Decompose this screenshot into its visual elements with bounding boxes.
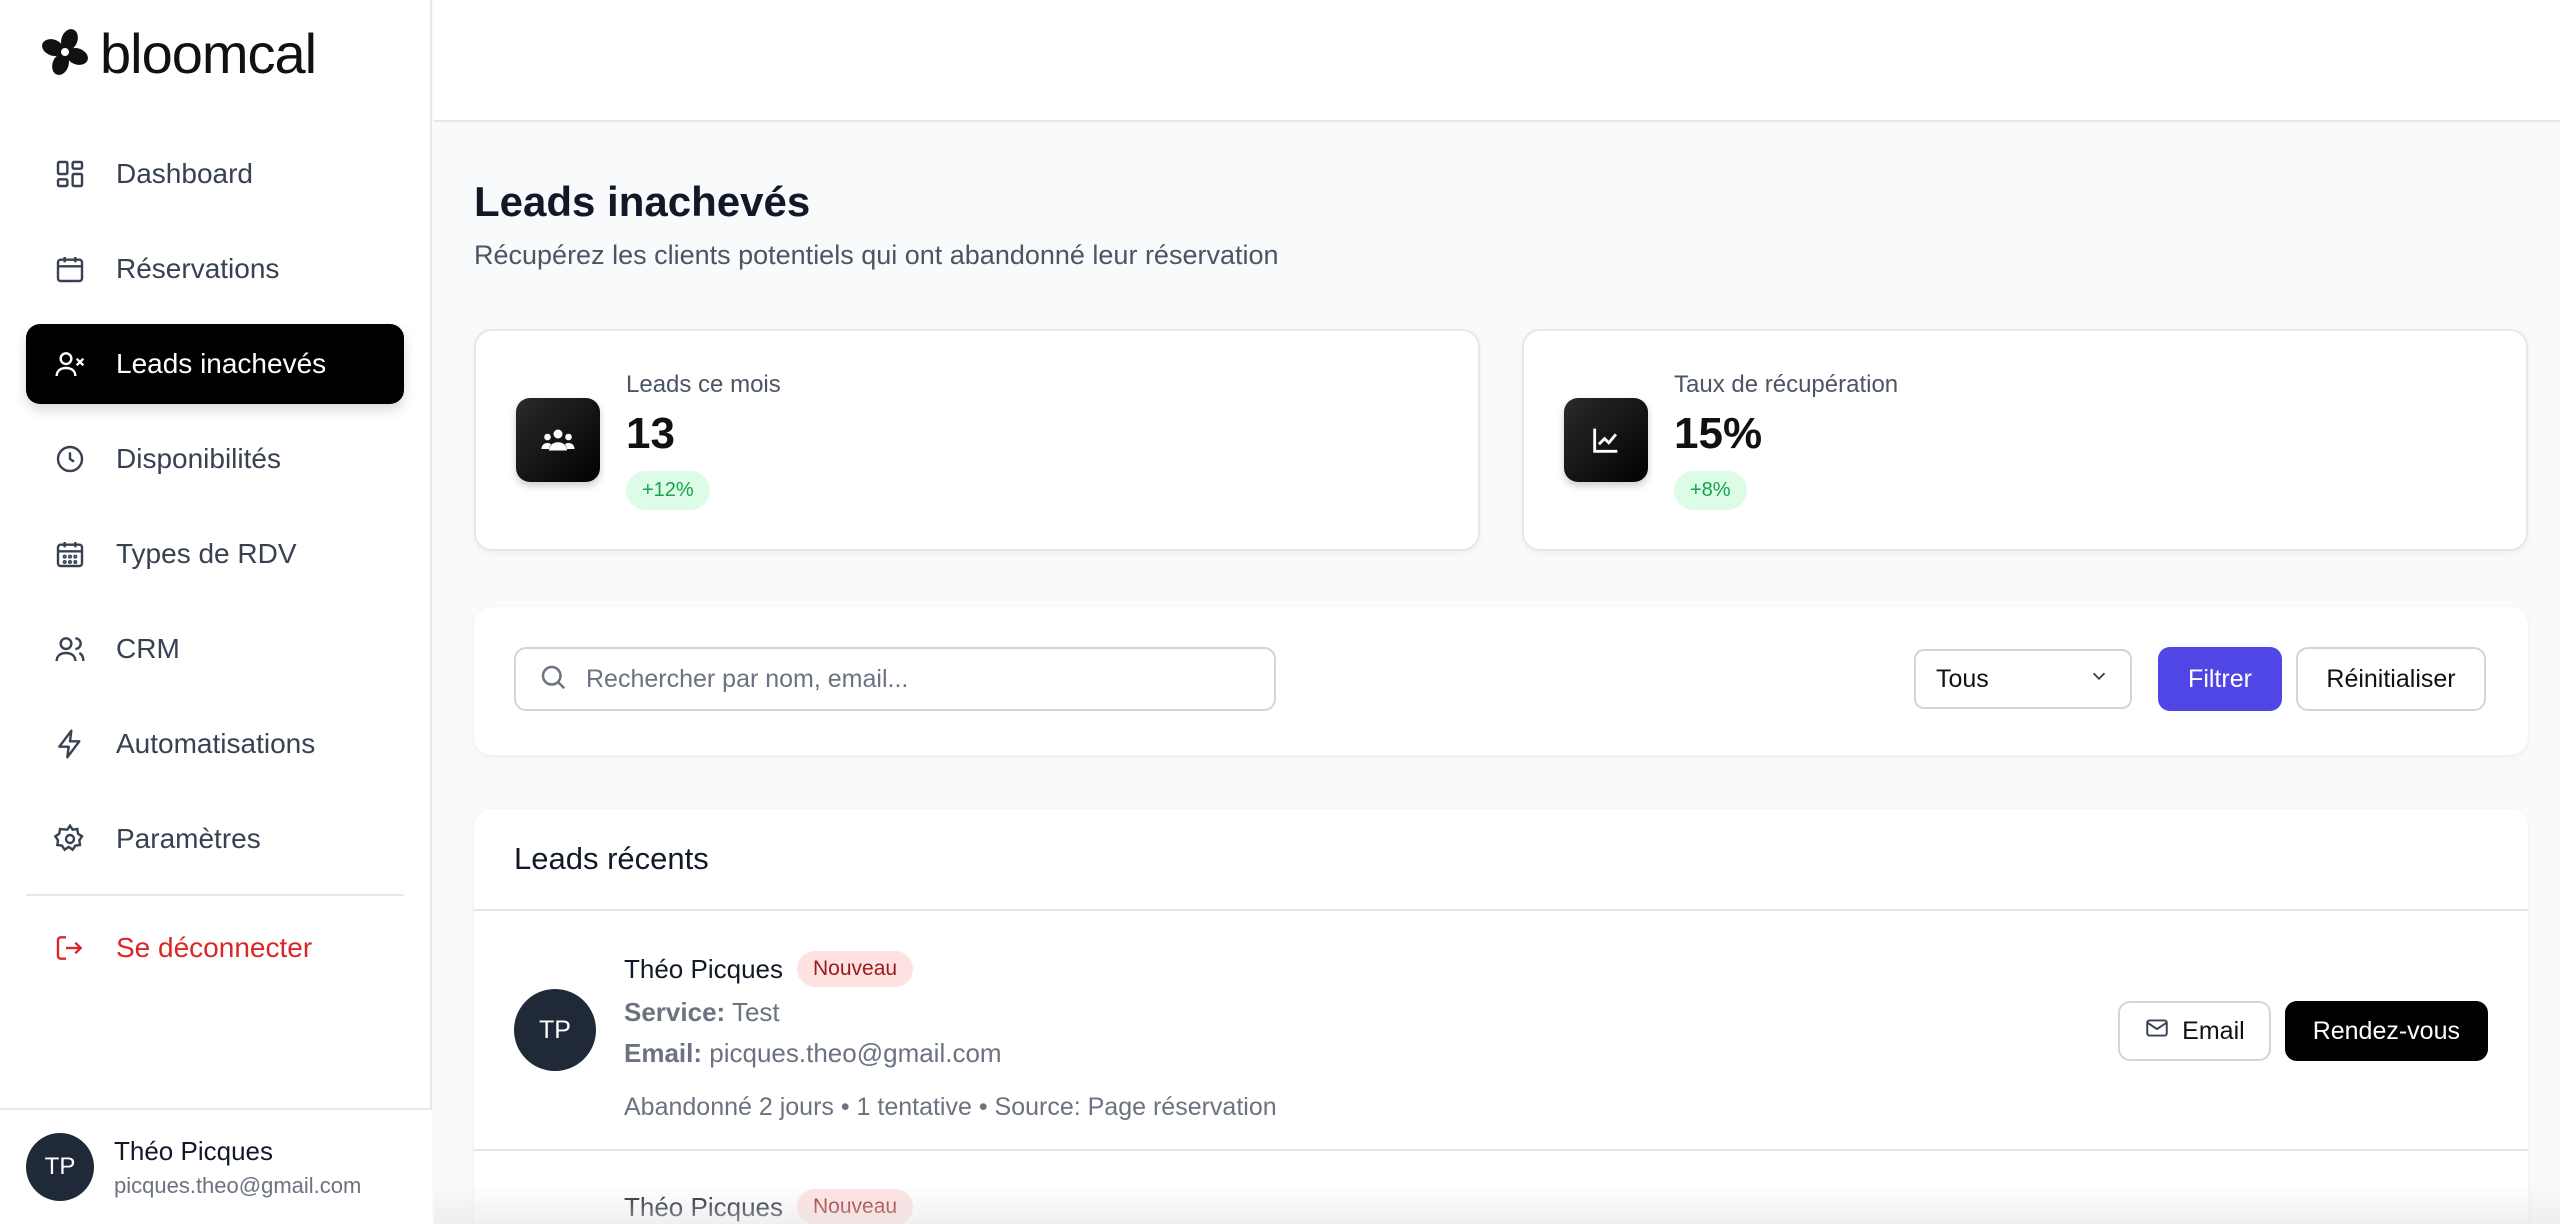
user-email: picques.theo@gmail.com bbox=[114, 1172, 362, 1198]
email-label: Email: bbox=[624, 1038, 703, 1068]
service-label: Service: bbox=[624, 997, 726, 1027]
rendezvous-button[interactable]: Rendez-vous bbox=[2284, 1001, 2488, 1061]
lead-info: Théo Picques Nouveau bbox=[624, 1189, 914, 1224]
user-info: Théo Picques picques.theo@gmail.com bbox=[114, 1136, 361, 1199]
stat-label: Taux de récupération bbox=[1674, 370, 1899, 398]
sidebar-item-crm[interactable]: CRM bbox=[26, 609, 404, 689]
calendar-grid-icon bbox=[52, 536, 88, 572]
mail-icon bbox=[2144, 1015, 2170, 1048]
stat-badge: +12% bbox=[626, 470, 710, 510]
logout-button[interactable]: Se déconnecter bbox=[26, 908, 404, 988]
status-select[interactable]: Tous bbox=[1914, 649, 2132, 709]
search-input[interactable] bbox=[586, 664, 1236, 694]
lead-info: Théo Picques Nouveau Service: Test Email… bbox=[624, 951, 1277, 1122]
bolt-icon bbox=[52, 726, 88, 762]
calendar-icon bbox=[52, 251, 88, 287]
stat-card-leads: Leads ce mois 13 +12% bbox=[474, 329, 1480, 551]
sidebar-nav: Dashboard Réservations Leads inachevés D… bbox=[26, 134, 404, 1003]
stat-body: Taux de récupération 15% +8% bbox=[1674, 371, 1898, 510]
user-name: Théo Picques bbox=[114, 1135, 273, 1166]
top-bar bbox=[434, 0, 2560, 122]
stat-label: Leads ce mois bbox=[626, 370, 781, 398]
search-box[interactable] bbox=[514, 647, 1276, 711]
user-profile[interactable]: TP Théo Picques picques.theo@gmail.com bbox=[0, 1108, 432, 1224]
trend-chart-icon bbox=[1564, 398, 1648, 482]
leads-heading: Leads récents bbox=[474, 809, 2528, 911]
sidebar-item-automatisations[interactable]: Automatisations bbox=[26, 704, 404, 784]
logout-icon bbox=[52, 930, 88, 966]
lead-meta: Abandonné 2 jours • 1 tentative • Source… bbox=[624, 1093, 1277, 1121]
sidebar-item-label: Dashboard bbox=[116, 158, 253, 189]
clock-icon bbox=[52, 441, 88, 477]
brand-logo[interactable]: bloomcal bbox=[40, 22, 317, 85]
sidebar-item-label: Automatisations bbox=[116, 728, 316, 759]
nav-divider bbox=[26, 894, 404, 896]
sidebar-item-leads[interactable]: Leads inachevés bbox=[26, 324, 404, 404]
avatar: TP bbox=[26, 1133, 94, 1201]
page-subtitle: Récupérez les clients potentiels qui ont… bbox=[474, 240, 1279, 270]
sidebar-item-disponibilites[interactable]: Disponibilités bbox=[26, 419, 404, 499]
sidebar-item-dashboard[interactable]: Dashboard bbox=[26, 134, 404, 214]
main-content: Leads inachevés Récupérez les clients po… bbox=[474, 122, 2528, 1224]
stats-row: Leads ce mois 13 +12% Taux de récupérati… bbox=[474, 329, 2528, 551]
status-badge: Nouveau bbox=[796, 1189, 914, 1224]
sidebar-item-label: Types de RDV bbox=[116, 538, 297, 569]
sidebar-item-parametres[interactable]: Paramètres bbox=[26, 799, 404, 879]
dashboard-icon bbox=[52, 156, 88, 192]
stat-body: Leads ce mois 13 +12% bbox=[626, 371, 781, 510]
users-icon bbox=[52, 631, 88, 667]
sidebar-item-label: Paramètres bbox=[116, 823, 261, 854]
lead-service: Service: Test bbox=[624, 997, 1277, 1028]
sidebar-item-label: Leads inachevés bbox=[116, 348, 327, 379]
service-value: Test bbox=[731, 997, 780, 1027]
stat-card-recovery: Taux de récupération 15% +8% bbox=[1522, 329, 2528, 551]
filter-button[interactable]: Filtrer bbox=[2158, 647, 2282, 711]
list-item: Théo Picques Nouveau bbox=[474, 1151, 2528, 1224]
logout-label: Se déconnecter bbox=[116, 932, 313, 963]
lead-name: Théo Picques bbox=[624, 1191, 783, 1222]
bloomcal-logo-icon bbox=[40, 27, 90, 82]
stat-value: 13 bbox=[626, 408, 675, 458]
page-title: Leads inachevés bbox=[474, 178, 811, 225]
sidebar-item-label: Réservations bbox=[116, 253, 280, 284]
status-select-value: Tous bbox=[1936, 664, 1989, 693]
lead-email: Email: picques.theo@gmail.com bbox=[624, 1038, 1277, 1069]
sidebar-item-label: Disponibilités bbox=[116, 443, 281, 474]
sidebar-item-reservations[interactable]: Réservations bbox=[26, 229, 404, 309]
brand-name: bloomcal bbox=[100, 22, 317, 85]
lead-name-line: Théo Picques Nouveau bbox=[624, 951, 1277, 987]
filter-bar: Tous Filtrer Réinitialiser bbox=[474, 607, 2528, 755]
lead-actions: Email Rendez-vous bbox=[2118, 1001, 2488, 1061]
search-icon bbox=[538, 662, 568, 697]
stat-badge: +8% bbox=[1674, 470, 1747, 510]
leads-list: Leads récents TP Théo Picques Nouveau Se… bbox=[474, 809, 2528, 1224]
sidebar-item-label: CRM bbox=[116, 633, 180, 664]
sidebar-item-types-rdv[interactable]: Types de RDV bbox=[26, 514, 404, 594]
sidebar: bloomcal Dashboard Réservations Leads in… bbox=[0, 0, 432, 1224]
lead-name-line: Théo Picques Nouveau bbox=[624, 1189, 914, 1224]
email-button[interactable]: Email bbox=[2118, 1001, 2271, 1061]
gear-icon bbox=[52, 821, 88, 857]
reset-button[interactable]: Réinitialiser bbox=[2296, 647, 2486, 711]
group-icon bbox=[516, 398, 600, 482]
email-button-label: Email bbox=[2182, 1016, 2245, 1045]
avatar: TP bbox=[514, 989, 596, 1071]
email-value: picques.theo@gmail.com bbox=[709, 1038, 1002, 1068]
lead-name: Théo Picques bbox=[624, 953, 783, 984]
list-item: TP Théo Picques Nouveau Service: Test Em… bbox=[474, 911, 2528, 1151]
stat-value: 15% bbox=[1674, 408, 1763, 458]
user-x-icon bbox=[52, 346, 88, 382]
status-badge: Nouveau bbox=[796, 951, 914, 987]
chevron-down-icon bbox=[2088, 665, 2110, 694]
